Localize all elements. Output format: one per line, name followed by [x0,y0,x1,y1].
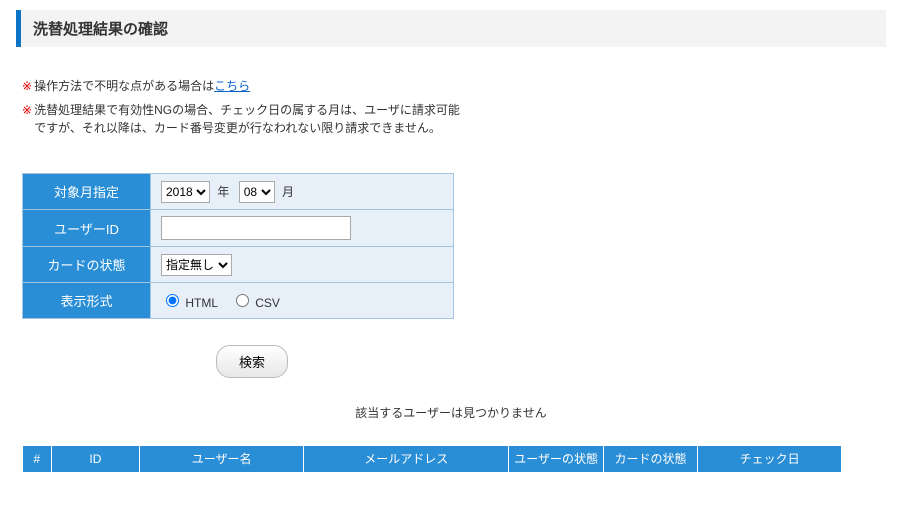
userid-input[interactable] [161,216,351,240]
col-num: # [23,446,52,473]
note-2: ※ 洗替処理結果で有効性NGの場合、チェック日の属する月は、ユーザに請求可能です… [22,101,462,137]
col-card-status: カードの状態 [603,446,697,473]
format-csv-radio[interactable] [236,294,249,307]
format-csv-text: CSV [255,296,280,310]
note-1: ※ 操作方法で不明な点がある場合はこちら [22,77,462,95]
month-label: 対象月指定 [23,174,151,210]
col-username: ユーザー名 [139,446,303,473]
search-button[interactable]: 検索 [216,345,288,378]
userid-label: ユーザーID [23,210,151,247]
format-label: 表示形式 [23,283,151,319]
month-select[interactable]: 08 [239,181,275,203]
col-email: メールアドレス [304,446,509,473]
format-html-radio[interactable] [166,294,179,307]
search-form: 対象月指定 2018 年 08 月 ユーザーID カードの状態 指定無し 表示形… [22,173,454,319]
format-html-text: HTML [185,296,217,310]
month-unit: 月 [282,185,294,199]
note-1-text: 操作方法で不明な点がある場合は [34,79,214,93]
col-id: ID [51,446,139,473]
notes-block: ※ 操作方法で不明な点がある場合はこちら ※ 洗替処理結果で有効性NGの場合、チ… [22,77,462,137]
card-status-select[interactable]: 指定無し [161,254,232,276]
card-status-label: カードの状態 [23,247,151,283]
col-user-status: ユーザーの状態 [509,446,603,473]
empty-message: 該当するユーザーは見つかりません [16,404,886,421]
results-table: # ID ユーザー名 メールアドレス ユーザーの状態 カードの状態 チェック日 [22,445,842,473]
note-marker: ※ [22,101,32,137]
page-title-text: 洗替処理結果の確認 [33,21,168,38]
year-unit: 年 [217,185,229,199]
year-select[interactable]: 2018 [161,181,210,203]
col-check-date: チェック日 [698,446,842,473]
page-title: 洗替処理結果の確認 [16,10,886,47]
help-link[interactable]: こちら [214,79,250,93]
format-html-label[interactable]: HTML [161,296,221,310]
note-2-text: 洗替処理結果で有効性NGの場合、チェック日の属する月は、ユーザに請求可能ですが、… [34,101,462,137]
format-csv-label[interactable]: CSV [231,296,280,310]
note-marker: ※ [22,77,32,95]
